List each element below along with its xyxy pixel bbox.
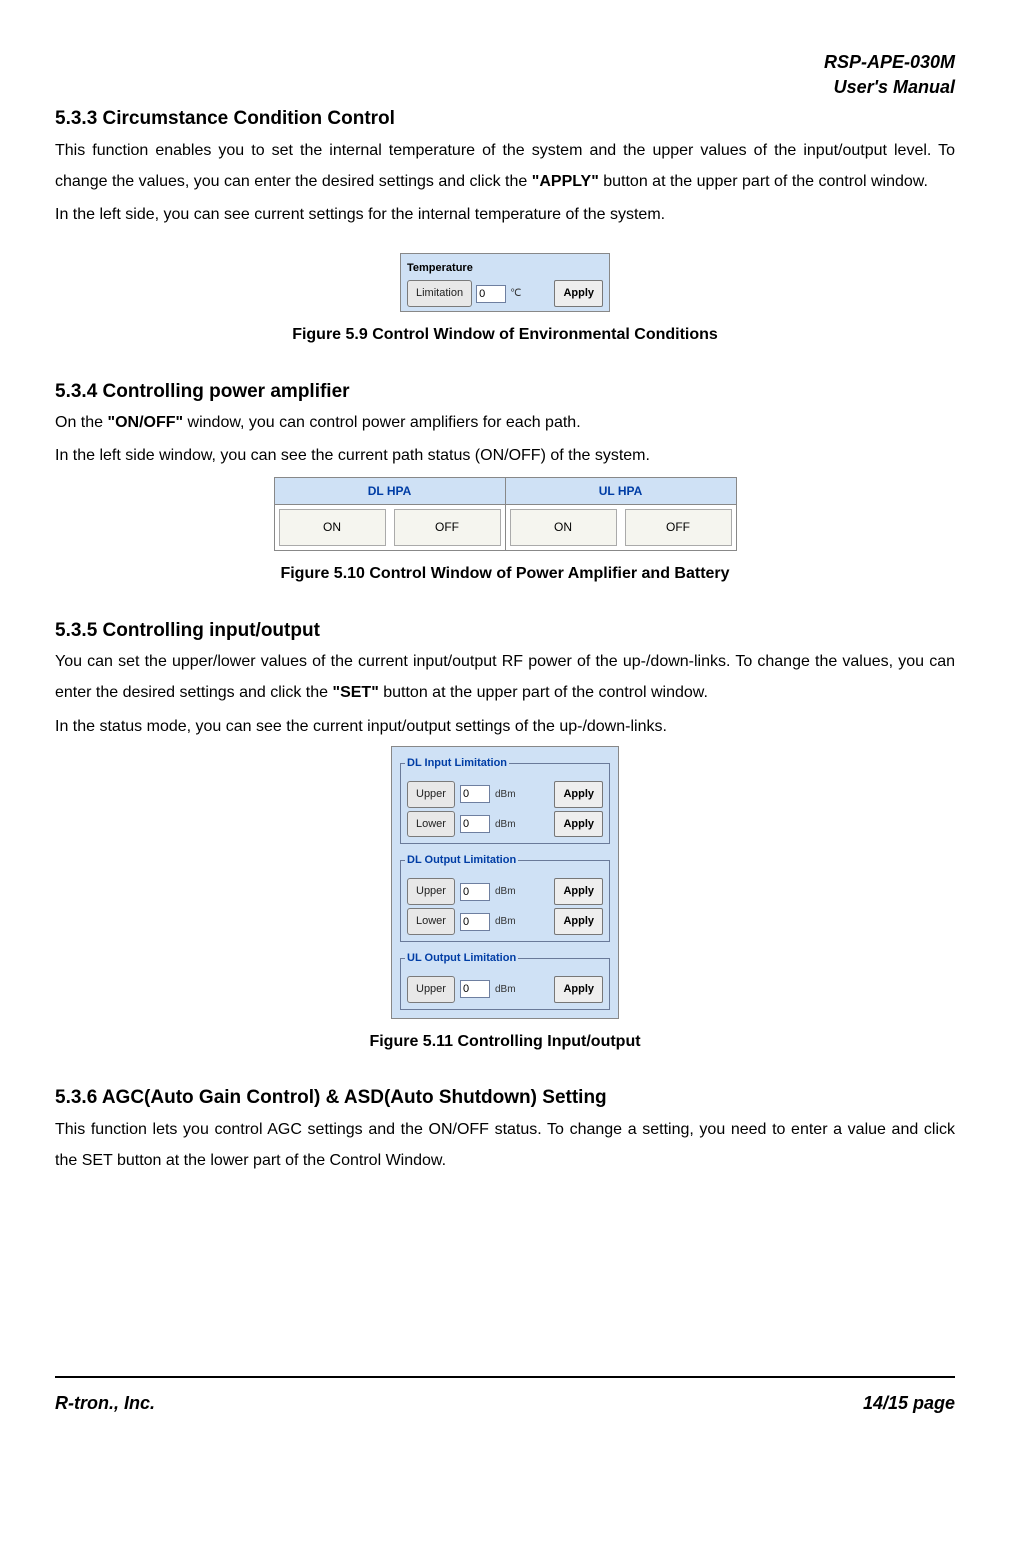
ul-hpa-off-button[interactable]: OFF <box>625 509 732 546</box>
para-534-1b: window, you can control power amplifiers… <box>183 414 581 431</box>
figure-510: DL HPA ON OFF UL HPA ON OFF <box>55 476 955 552</box>
dl-output-lower-apply[interactable]: Apply <box>554 908 603 935</box>
ul-output-legend: UL Output Limitation <box>405 948 518 969</box>
dl-output-legend: DL Output Limitation <box>405 850 518 871</box>
temperature-input[interactable]: 0 <box>476 285 506 303</box>
ul-output-fieldset: UL Output Limitation Upper 0 dBm Apply <box>400 948 610 1010</box>
temperature-apply-button[interactable]: Apply <box>554 280 603 307</box>
unit-dbm: dBm <box>495 785 516 804</box>
set-bold: "SET" <box>333 684 379 701</box>
para-534-1: On the "ON/OFF" window, you can control … <box>55 407 955 438</box>
ul-output-upper-apply[interactable]: Apply <box>554 976 603 1003</box>
dl-input-upper-apply[interactable]: Apply <box>554 781 603 808</box>
ul-hpa-title: UL HPA <box>506 478 736 506</box>
unit-dbm: dBm <box>495 980 516 999</box>
doc-model: RSP-APE-030M <box>55 50 955 75</box>
dl-input-upper-input[interactable]: 0 <box>460 785 490 803</box>
dl-output-upper-button[interactable]: Upper <box>407 878 455 905</box>
ul-hpa-group: UL HPA ON OFF <box>505 478 736 551</box>
footer-company: R-tron., Inc. <box>55 1386 155 1420</box>
dl-output-lower-button[interactable]: Lower <box>407 908 455 935</box>
heading-535: 5.3.5 Controlling input/output <box>55 618 955 645</box>
figure-511-caption: Figure 5.11 Controlling Input/output <box>55 1027 955 1057</box>
ul-output-upper-input[interactable]: 0 <box>460 980 490 998</box>
apply-bold: "APPLY" <box>532 173 599 190</box>
io-panel: DL Input Limitation Upper 0 dBm Apply Lo… <box>391 746 619 1019</box>
dl-output-upper-apply[interactable]: Apply <box>554 878 603 905</box>
heading-534: 5.3.4 Controlling power amplifier <box>55 379 955 406</box>
para-535-2: In the status mode, you can see the curr… <box>55 711 955 742</box>
ul-hpa-on-button[interactable]: ON <box>510 509 617 546</box>
figure-511: DL Input Limitation Upper 0 dBm Apply Lo… <box>55 746 955 1019</box>
limitation-button[interactable]: Limitation <box>407 280 472 307</box>
unit-dbm: dBm <box>495 882 516 901</box>
dl-input-legend: DL Input Limitation <box>405 753 509 774</box>
para-534-2: In the left side window, you can see the… <box>55 440 955 471</box>
figure-510-caption: Figure 5.10 Control Window of Power Ampl… <box>55 559 955 589</box>
dl-input-fieldset: DL Input Limitation Upper 0 dBm Apply Lo… <box>400 753 610 845</box>
dl-hpa-off-button[interactable]: OFF <box>394 509 501 546</box>
para-534-1a: On the <box>55 414 107 431</box>
para-536-1: This function lets you control AGC setti… <box>55 1114 955 1176</box>
temperature-title: Temperature <box>407 258 603 279</box>
onoff-bold: "ON/OFF" <box>107 414 183 431</box>
heading-533: 5.3.3 Circumstance Condition Control <box>55 106 955 133</box>
dl-input-upper-button[interactable]: Upper <box>407 781 455 808</box>
unit-dbm: dBm <box>495 912 516 931</box>
para-533-1: This function enables you to set the int… <box>55 135 955 197</box>
para-535-1: You can set the upper/lower values of th… <box>55 646 955 708</box>
dl-hpa-on-button[interactable]: ON <box>279 509 386 546</box>
dl-hpa-group: DL HPA ON OFF <box>275 478 505 551</box>
dl-input-lower-apply[interactable]: Apply <box>554 811 603 838</box>
doc-manual: User's Manual <box>55 75 955 100</box>
para-535-1b: button at the upper part of the control … <box>379 684 708 701</box>
para-533-1b: button at the upper part of the control … <box>599 173 928 190</box>
figure-59-caption: Figure 5.9 Control Window of Environment… <box>55 320 955 350</box>
page-footer: R-tron., Inc. 14/15 page <box>55 1376 955 1420</box>
dl-output-upper-input[interactable]: 0 <box>460 883 490 901</box>
dl-output-lower-input[interactable]: 0 <box>460 913 490 931</box>
temperature-unit: ℃ <box>510 284 521 303</box>
footer-page: 14/15 page <box>863 1386 955 1420</box>
ul-output-upper-button[interactable]: Upper <box>407 976 455 1003</box>
figure-59: Temperature Limitation 0 ℃ Apply <box>55 253 955 313</box>
unit-dbm: dBm <box>495 815 516 834</box>
dl-hpa-title: DL HPA <box>275 478 505 506</box>
temperature-panel: Temperature Limitation 0 ℃ Apply <box>400 253 610 313</box>
para-533-2: In the left side, you can see current se… <box>55 199 955 230</box>
hpa-panel: DL HPA ON OFF UL HPA ON OFF <box>274 477 737 552</box>
dl-input-lower-input[interactable]: 0 <box>460 815 490 833</box>
dl-output-fieldset: DL Output Limitation Upper 0 dBm Apply L… <box>400 850 610 942</box>
doc-header: RSP-APE-030M User's Manual <box>55 50 955 100</box>
dl-input-lower-button[interactable]: Lower <box>407 811 455 838</box>
heading-536: 5.3.6 AGC(Auto Gain Control) & ASD(Auto … <box>55 1085 955 1112</box>
